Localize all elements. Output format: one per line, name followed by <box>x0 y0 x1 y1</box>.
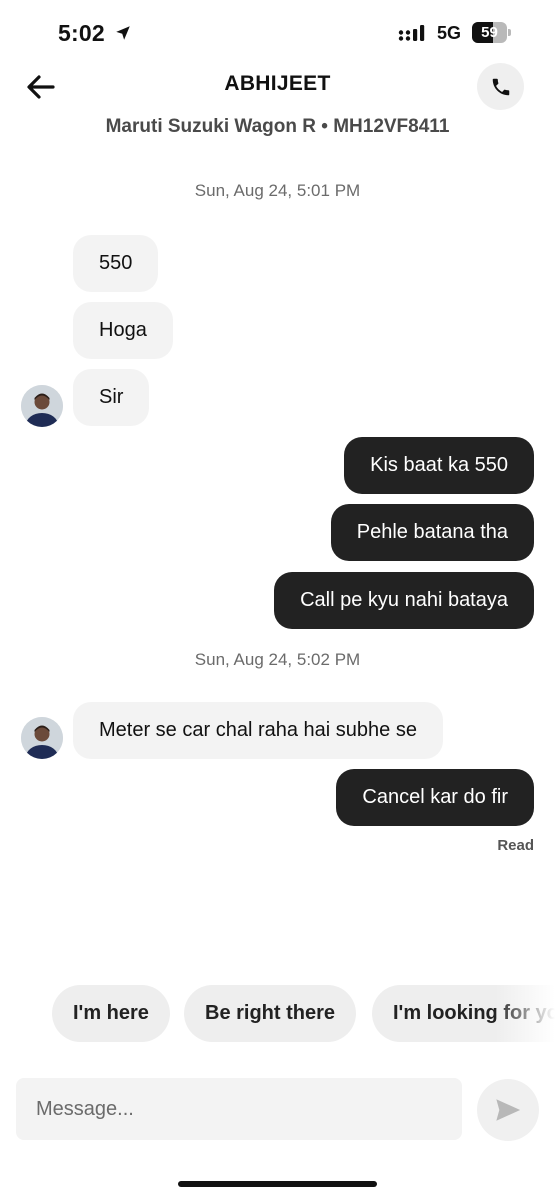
network-type: 5G <box>437 23 462 43</box>
quick-reply-looking-for-you[interactable]: I'm looking for you <box>372 985 555 1042</box>
status-bar: 5:02 5G 59 <box>0 0 555 66</box>
quick-reply-be-right-there[interactable]: Be right there <box>184 985 357 1042</box>
outgoing-message: Call pe kyu nahi bataya <box>274 572 534 629</box>
chat-screen: 5:02 5G 59 ABHIJEET Maruti Suzuki Wagon … <box>0 0 555 1200</box>
cellular-signal-icon <box>398 25 425 41</box>
outgoing-message: Pehle batana tha <box>330 504 534 561</box>
location-arrow-icon <box>116 26 130 40</box>
home-indicator <box>178 1181 377 1187</box>
incoming-message: Hoga <box>73 302 173 359</box>
quick-replies[interactable]: I'm here Be right there I'm looking for … <box>0 985 555 1043</box>
driver-name: ABHIJEET <box>224 72 331 95</box>
chat-timestamp: Sun, Aug 24, 5:01 PM <box>194 181 361 200</box>
driver-avatar <box>21 717 63 759</box>
send-icon <box>496 1099 521 1121</box>
quick-reply-im-here[interactable]: I'm here <box>52 985 170 1042</box>
phone-icon <box>492 78 509 95</box>
battery-icon: 59 <box>472 22 511 43</box>
message-input[interactable] <box>16 1078 462 1140</box>
incoming-message: Sir <box>73 369 150 426</box>
outgoing-message: Cancel kar do fir <box>336 769 534 826</box>
send-button[interactable] <box>477 1079 539 1141</box>
incoming-message: 550 <box>73 235 159 292</box>
call-button[interactable] <box>477 63 524 110</box>
chat-timestamp: Sun, Aug 24, 5:02 PM <box>194 650 361 669</box>
battery-percent: 59 <box>481 24 498 41</box>
outgoing-message: Kis baat ka 550 <box>344 437 534 494</box>
read-receipt: Read <box>497 837 534 854</box>
vehicle-info: Maruti Suzuki Wagon R • MH12VF8411 <box>105 116 450 137</box>
status-time: 5:02 <box>58 20 105 46</box>
driver-avatar <box>21 385 63 427</box>
incoming-message: Meter se car chal raha hai subhe se <box>73 702 443 759</box>
